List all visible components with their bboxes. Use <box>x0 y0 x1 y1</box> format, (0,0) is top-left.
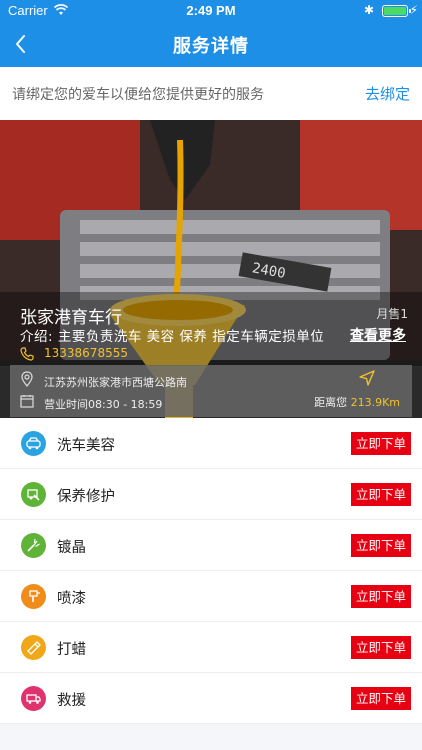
distance-readout: 距离您 213.9Km <box>314 394 400 410</box>
service-label: 打蜡 <box>57 642 86 658</box>
service-list: 洗车美容 立即下单 保养修护 立即下单 镀晶 立即下单 喷漆 立即下单 打蜡 立… <box>0 418 422 724</box>
service-label: 洗车美容 <box>57 438 115 454</box>
status-bar: Carrier 2:49 PM ✱ ⚡ <box>0 0 422 22</box>
wax-icon <box>21 635 46 660</box>
order-now-button[interactable]: 立即下单 <box>351 585 411 608</box>
spray-icon <box>21 533 46 558</box>
order-now-button[interactable]: 立即下单 <box>351 687 411 710</box>
rescue-icon <box>21 686 46 711</box>
car-wash-icon <box>21 431 46 456</box>
order-now-button[interactable]: 立即下单 <box>351 534 411 557</box>
service-label: 保养修护 <box>57 489 115 505</box>
service-row: 喷漆 立即下单 <box>0 571 422 622</box>
service-label: 喷漆 <box>57 591 86 607</box>
service-row: 救援 立即下单 <box>0 673 422 724</box>
service-row: 打蜡 立即下单 <box>0 622 422 673</box>
shop-address: 江苏苏州张家港市西塘公路南 <box>44 376 187 389</box>
order-now-button[interactable]: 立即下单 <box>351 636 411 659</box>
battery-icon <box>382 5 411 17</box>
view-more-link[interactable]: 查看更多 <box>350 325 406 345</box>
business-hours: 营业时间08:30 - 18:59 <box>44 398 163 411</box>
clock: 2:49 PM <box>186 3 236 18</box>
phone-number: 13338678555 <box>44 346 128 360</box>
service-label: 救援 <box>57 693 86 709</box>
shop-location-box: 江苏苏州张家港市西塘公路南 营业时间08:30 - 18:59 距离您 213.… <box>10 365 412 417</box>
service-label: 镀晶 <box>57 540 86 556</box>
bind-hint-text: 请绑定您的爱车以便给您提供更好的服务 <box>12 87 264 103</box>
distance-value: 213.9Km <box>350 396 400 409</box>
service-row: 保养修护 立即下单 <box>0 469 422 520</box>
service-row: 镀晶 立即下单 <box>0 520 422 571</box>
calendar-icon <box>20 395 34 408</box>
order-now-button[interactable]: 立即下单 <box>351 483 411 506</box>
header: Carrier 2:49 PM ✱ ⚡ 服务详情 <box>0 0 422 67</box>
page-title: 服务详情 <box>173 36 249 56</box>
paint-gun-icon <box>21 584 46 609</box>
service-row: 洗车美容 立即下单 <box>0 418 422 469</box>
location-pin-icon <box>21 371 33 387</box>
charging-icon: ⚡ <box>409 3 418 17</box>
bluetooth-icon: ✱ <box>363 3 374 17</box>
monthly-sales: 月售1 <box>376 307 408 321</box>
bind-car-bar: 请绑定您的爱车以便给您提供更好的服务 去绑定 <box>0 67 422 120</box>
distance-prefix: 距离您 <box>314 396 348 409</box>
order-now-button[interactable]: 立即下单 <box>351 432 411 455</box>
maintenance-icon <box>21 482 46 507</box>
bind-car-link[interactable]: 去绑定 <box>365 83 410 104</box>
shop-intro: 介绍: 主要负责洗车 美容 保养 指定车辆定损单位 <box>20 329 325 345</box>
phone-row[interactable]: 13338678555 <box>20 346 128 361</box>
phone-icon <box>20 346 34 361</box>
navigate-icon[interactable] <box>358 369 376 387</box>
nav-bar: 服务详情 <box>0 22 422 67</box>
